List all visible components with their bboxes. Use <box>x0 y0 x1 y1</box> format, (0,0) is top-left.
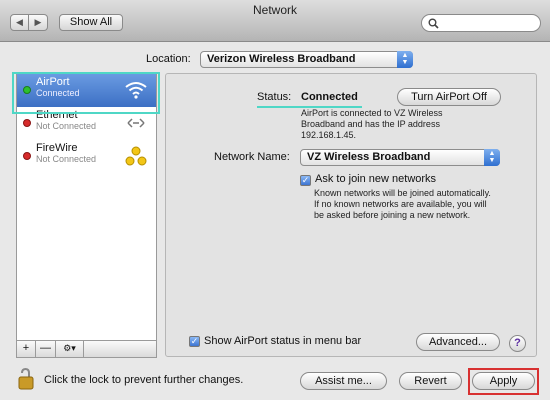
ask-help-line2: If no known networks are available, you … <box>314 199 487 209</box>
forward-button[interactable]: ▶ <box>29 14 48 31</box>
airport-highlight <box>12 72 160 114</box>
service-status: Not Connected <box>36 121 97 131</box>
ask-help-line1: Known networks will be joined automatica… <box>314 188 491 198</box>
show-status-checkbox[interactable]: ✓ <box>189 336 200 347</box>
apply-highlight <box>468 368 539 395</box>
revert-button[interactable]: Revert <box>399 372 462 390</box>
show-all-button[interactable]: Show All <box>59 14 123 31</box>
status-dot <box>23 152 31 160</box>
network-preferences-window: Network ◀ ▶ Show All Location: Verizon W… <box>0 0 550 400</box>
ask-to-join-checkbox[interactable]: ✓ <box>300 175 311 186</box>
network-name-value: VZ Wireless Broadband <box>307 151 431 163</box>
toolbar-filler <box>84 341 157 358</box>
network-name-select[interactable]: VZ Wireless Broadband ▲ ▼ <box>300 149 500 166</box>
service-status: Not Connected <box>36 154 97 164</box>
location-select[interactable]: Verizon Wireless Broadband ▲ ▼ <box>200 51 413 68</box>
ask-to-join-label[interactable]: Ask to join new networks <box>315 173 436 185</box>
service-item-firewire[interactable]: FireWire Not Connected <box>17 140 156 173</box>
location-value: Verizon Wireless Broadband <box>207 53 356 65</box>
select-arrows-icon: ▲ ▼ <box>484 149 500 166</box>
location-label: Location: <box>146 53 191 65</box>
status-value: Connected <box>301 91 358 103</box>
ethernet-icon <box>127 118 145 128</box>
status-label: Status: <box>257 91 292 103</box>
lock-message: Click the lock to prevent further change… <box>44 374 244 386</box>
advanced-button[interactable]: Advanced... <box>416 333 500 351</box>
status-description-line2: Broadband and has the IP address <box>301 119 440 129</box>
ask-help-line3: be asked before joining a new network. <box>314 210 471 220</box>
search-field[interactable] <box>421 14 541 32</box>
service-list-toolbar: + — ⚙▾ <box>16 341 157 358</box>
assist-me-button[interactable]: Assist me... <box>300 372 387 390</box>
turn-airport-off-button[interactable]: Turn AirPort Off <box>397 88 501 106</box>
show-status-label[interactable]: Show AirPort status in menu bar <box>204 335 361 347</box>
nav-buttons: ◀ ▶ <box>10 14 48 31</box>
remove-service-button[interactable]: — <box>36 341 56 358</box>
lock-icon[interactable] <box>17 368 35 390</box>
select-arrows-icon: ▲ ▼ <box>397 51 413 68</box>
title-bar: Network ◀ ▶ Show All <box>0 0 550 42</box>
add-service-button[interactable]: + <box>16 341 36 358</box>
back-button[interactable]: ◀ <box>10 14 29 31</box>
network-name-label: Network Name: <box>214 151 290 163</box>
firewire-icon <box>125 146 147 166</box>
status-dot <box>23 119 31 127</box>
status-description-line3: 192.168.1.45. <box>301 130 357 140</box>
service-name: FireWire <box>36 142 78 154</box>
search-icon <box>428 18 439 29</box>
help-button[interactable]: ? <box>509 335 526 352</box>
action-menu-button[interactable]: ⚙▾ <box>56 341 84 358</box>
status-description-line1: AirPort is connected to VZ Wireless <box>301 108 443 118</box>
